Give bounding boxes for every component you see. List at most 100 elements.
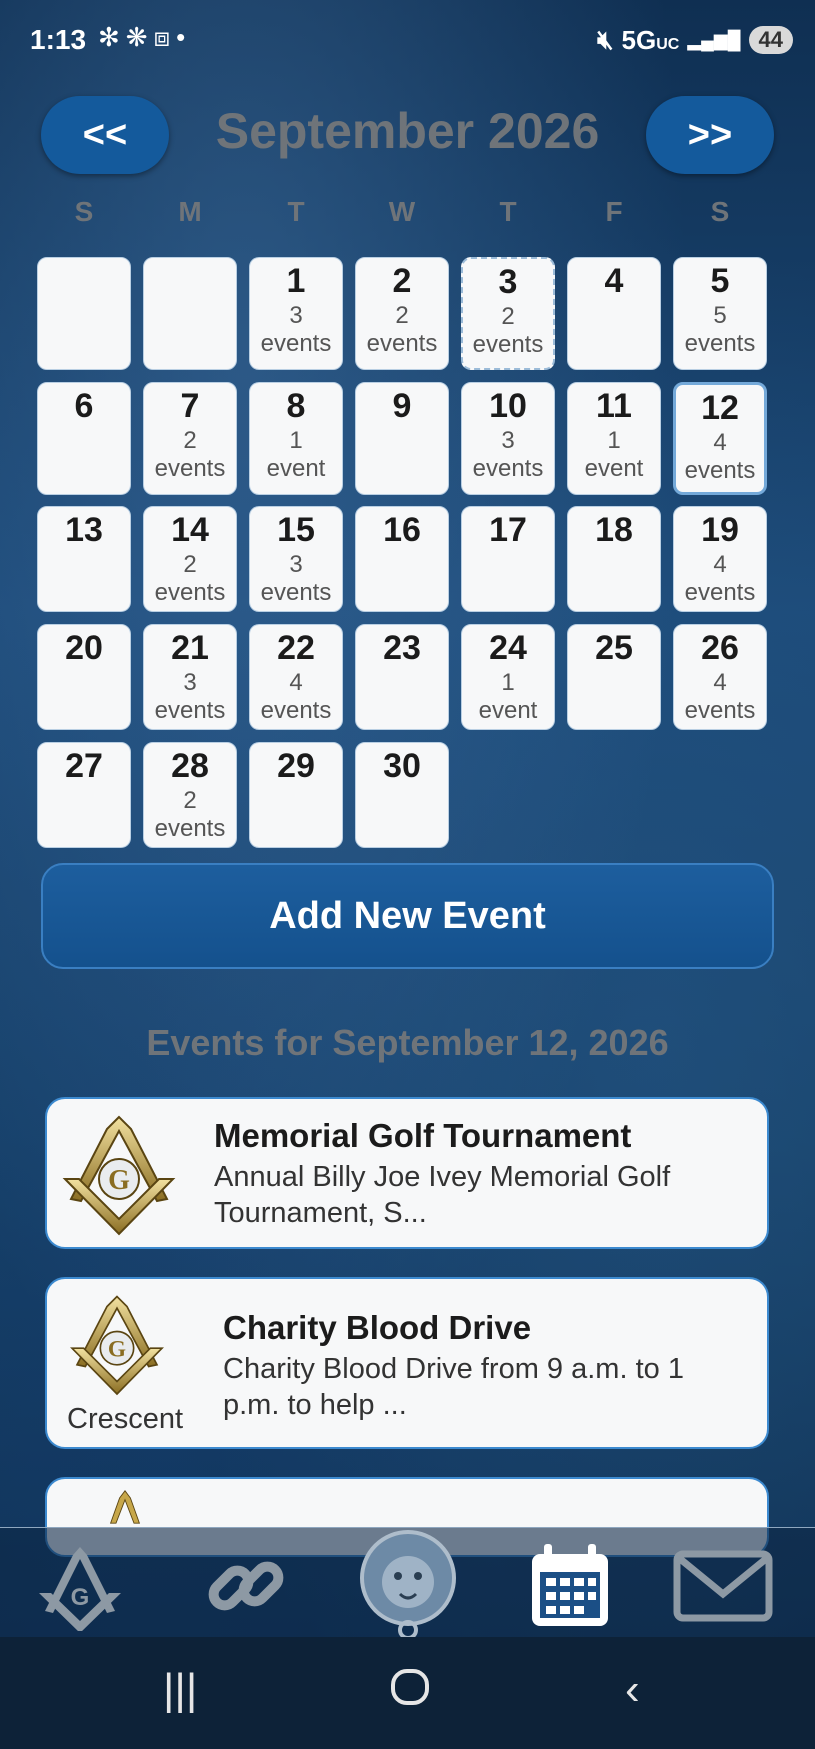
add-new-event-button[interactable]: Add New Event (41, 863, 774, 969)
event-count-label: events (154, 697, 226, 724)
calendar-day-13[interactable]: 13 (37, 506, 131, 612)
calendar-day-30[interactable]: 30 (355, 742, 449, 848)
day-number: 10 (489, 387, 527, 425)
back-icon[interactable]: ‹ (625, 1665, 640, 1715)
masonic-icon[interactable]: G (30, 1536, 130, 1636)
day-number: 3 (498, 263, 518, 301)
event-count: 3 (501, 427, 515, 454)
day-number: 7 (180, 387, 200, 425)
bottom-navigation: G (0, 1527, 815, 1640)
calendar-day-9[interactable]: 9 (355, 382, 449, 495)
event-count-label: events (684, 697, 756, 724)
calendar-day-empty (143, 257, 237, 370)
event-count: 3 (289, 302, 303, 329)
event-count-label: event (584, 455, 644, 482)
calendar-day-20[interactable]: 20 (37, 624, 131, 730)
day-number: 22 (277, 629, 315, 667)
calendar-day-empty (37, 257, 131, 370)
events-section-title: Events for September 12, 2026 (146, 1022, 669, 1063)
mail-icon[interactable] (668, 1536, 778, 1636)
calendar-day-5[interactable]: 5 5 events (673, 257, 767, 370)
calendar-day-19[interactable]: 19 4 events (673, 506, 767, 612)
calendar-day-15[interactable]: 15 3 events (249, 506, 343, 612)
day-number: 1 (286, 262, 306, 300)
day-number: 19 (701, 511, 739, 549)
calendar-day-2[interactable]: 2 2 events (355, 257, 449, 370)
calendar-day-4[interactable]: 4 (567, 257, 661, 370)
day-number: 16 (383, 511, 421, 549)
calendar-day-24[interactable]: 24 1 event (461, 624, 555, 730)
calendar-day-10[interactable]: 10 3 events (461, 382, 555, 495)
calendar-day-12[interactable]: 12 4 events (673, 382, 767, 495)
home-icon[interactable] (390, 1665, 430, 1720)
day-number: 8 (286, 387, 306, 425)
square-compass-icon (109, 1490, 141, 1524)
calendar-day-26[interactable]: 26 4 events (673, 624, 767, 730)
day-number: 2 (392, 262, 412, 300)
event-count-label: events (472, 455, 544, 482)
day-number: 9 (392, 387, 412, 425)
event-count-label: event (478, 697, 538, 724)
link-icon[interactable] (196, 1536, 296, 1636)
event-count: 3 (183, 669, 197, 696)
event-count: 4 (289, 669, 303, 696)
calendar-day-28[interactable]: 28 2 events (143, 742, 237, 848)
event-title: Memorial Golf Tournament (214, 1117, 632, 1154)
event-count: 4 (713, 551, 727, 578)
event-card[interactable]: G Memorial Golf Tournament Annual Billy … (45, 1097, 769, 1249)
recent-apps-icon[interactable]: ||| (163, 1665, 197, 1715)
event-card[interactable]: G Crescent Charity Blood Drive Charity B… (45, 1277, 769, 1449)
day-number: 21 (171, 629, 209, 667)
calendar-day-29[interactable]: 29 (249, 742, 343, 848)
calendar-day-22[interactable]: 22 4 events (249, 624, 343, 730)
calendar-day-17[interactable]: 17 (461, 506, 555, 612)
calendar-day-6[interactable]: 6 (37, 382, 131, 495)
event-count: 5 (713, 302, 727, 329)
day-number: 26 (701, 629, 739, 667)
event-count: 2 (183, 551, 197, 578)
calendar-grid: 1 3 events 2 2 events 3 2 events 4 5 5 events 6 7 2 even… (0, 0, 815, 850)
day-number: 15 (277, 511, 315, 549)
calendar-day-21[interactable]: 21 3 events (143, 624, 237, 730)
event-description: Annual Billy Joe Ivey Memorial Golf Tour… (214, 1161, 671, 1229)
calendar-day-16[interactable]: 16 (355, 506, 449, 612)
day-number: 6 (74, 387, 94, 425)
event-count-label: events (260, 330, 332, 357)
calendar-day-23[interactable]: 23 (355, 624, 449, 730)
day-number: 28 (171, 747, 209, 785)
day-number: 17 (489, 511, 527, 549)
day-number: 12 (701, 389, 739, 427)
lion-icon[interactable] (352, 1524, 464, 1644)
calendar-icon[interactable] (520, 1536, 620, 1636)
day-number: 25 (595, 629, 633, 667)
day-number: 14 (171, 511, 209, 549)
system-navigation-bar: ||| ‹ (0, 1637, 815, 1749)
event-count-label: events (154, 815, 226, 842)
event-count: 1 (607, 427, 621, 454)
event-count-label: events (154, 579, 226, 606)
calendar-day-1[interactable]: 1 3 events (249, 257, 343, 370)
event-count: 2 (183, 427, 197, 454)
calendar-day-27[interactable]: 27 (37, 742, 131, 848)
calendar-day-11[interactable]: 11 1 event (567, 382, 661, 495)
event-count-label: events (260, 579, 332, 606)
event-count: 2 (395, 302, 409, 329)
calendar-day-7[interactable]: 7 2 events (143, 382, 237, 495)
calendar-day-14[interactable]: 14 2 events (143, 506, 237, 612)
event-count: 2 (501, 303, 515, 330)
event-count: 1 (289, 427, 303, 454)
event-count: 4 (713, 429, 727, 456)
event-count-label: events (684, 330, 756, 357)
calendar-day-25[interactable]: 25 (567, 624, 661, 730)
calendar-day-8[interactable]: 8 1 event (249, 382, 343, 495)
square-compass-icon: G (62, 1115, 176, 1236)
calendar-day-3[interactable]: 3 2 events (461, 257, 555, 370)
day-number: 11 (596, 387, 632, 425)
event-count-label: event (266, 455, 326, 482)
calendar-day-18[interactable]: 18 (567, 506, 661, 612)
event-count-label: events (366, 330, 438, 357)
day-number: 4 (604, 262, 624, 300)
square-compass-icon: G (70, 1295, 164, 1396)
day-number: 30 (383, 747, 421, 785)
event-lodge-name: Crescent (67, 1403, 184, 1435)
